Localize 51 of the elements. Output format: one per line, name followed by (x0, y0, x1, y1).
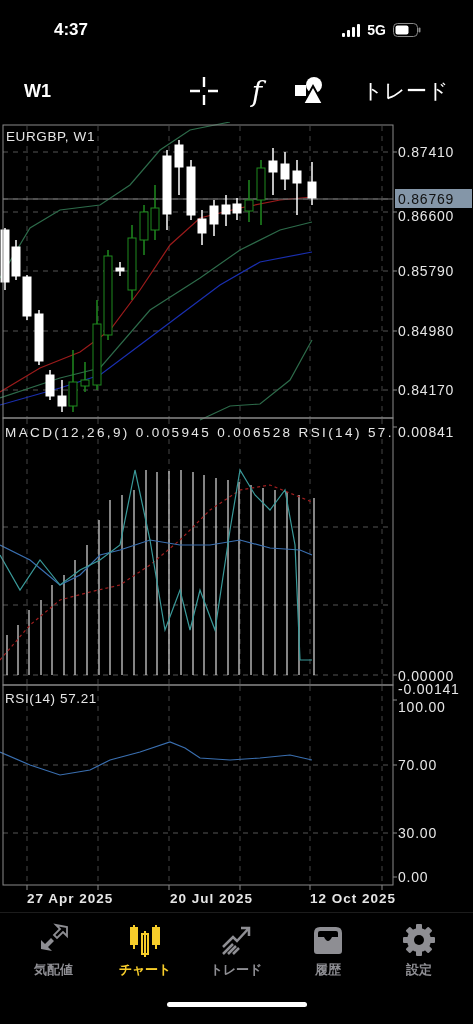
crosshair-icon[interactable] (187, 75, 220, 107)
indicator-value-label: 70.00 (398, 757, 438, 773)
battery-icon (393, 23, 421, 37)
signal-icon (342, 23, 363, 37)
indicator-button[interactable]: f (247, 74, 266, 108)
candlestick (268, 147, 278, 196)
indicator-label: RSI(14) 57.21 (5, 691, 97, 706)
candlestick (232, 197, 242, 221)
network-label: 5G (367, 22, 386, 38)
candlestick (221, 194, 231, 227)
candlestick (150, 184, 160, 241)
price-label: 0.84170 (398, 382, 455, 398)
candlestick (80, 361, 90, 393)
price-label: 0.85790 (398, 263, 455, 279)
candlestick-icon (128, 923, 163, 957)
timeframe-button[interactable]: W1 (20, 76, 55, 106)
indicator-value-label: 30.00 (398, 825, 438, 841)
candlestick (22, 274, 32, 321)
candlestick (174, 139, 184, 196)
status-time: 4:37 (54, 20, 89, 40)
candlestick (256, 159, 266, 226)
tab-button[interactable]: チャート (105, 919, 186, 994)
candlestick (292, 159, 302, 216)
candlestick (280, 151, 290, 191)
date-label: 27 Apr 2025 (27, 891, 114, 906)
trade-button[interactable]: トレード (362, 77, 449, 105)
indicator-value-label: 100.00 (398, 699, 446, 715)
candlestick (115, 261, 125, 277)
symbol-label: EURGBP, W1 (6, 129, 96, 144)
indicator-value-label: 0.00841 (398, 424, 455, 440)
candlestick (209, 199, 219, 237)
date-label: 20 Jul 2025 (170, 891, 254, 906)
indicator-value-label: 0.00000 (398, 668, 455, 684)
candlestick (307, 161, 317, 206)
candlestick (244, 179, 254, 223)
candlestick (45, 369, 55, 401)
price-label: 0.87410 (398, 144, 455, 160)
tab-button[interactable]: 気配値 (13, 919, 94, 994)
tab-button[interactable]: 設定 (379, 919, 460, 994)
tab-button[interactable]: 履歴 (287, 919, 368, 994)
indicator-label: MACD(12,26,9) 0.005945 0.006528 RSI(14) 57. (5, 425, 392, 440)
tab-button[interactable]: トレード (196, 919, 277, 994)
candlestick (139, 204, 149, 256)
candlestick (34, 309, 44, 366)
price-label: 0.86600 (398, 208, 455, 224)
indicator-value-label: -0.00141 (398, 681, 460, 697)
date-label: 12 Oct 2025 (310, 891, 397, 906)
price-label: 0.84980 (398, 323, 455, 339)
settings-icon (402, 923, 437, 957)
indicator-value-label: 0.00 (398, 869, 429, 885)
current-price-tag: 0.86769 (395, 189, 472, 208)
